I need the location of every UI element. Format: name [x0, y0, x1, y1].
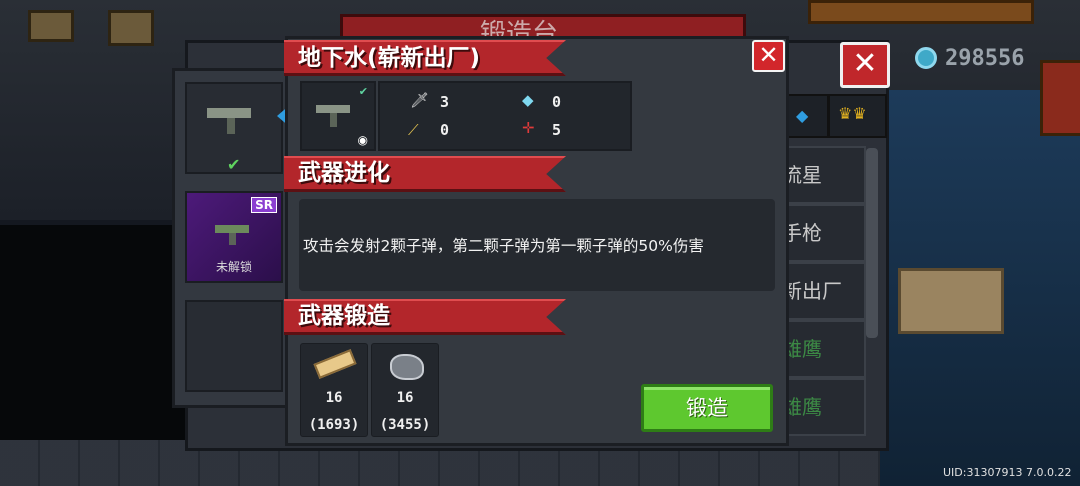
- forge-title: 武器锻造: [298, 303, 390, 329]
- close-button[interactable]: ✕: [752, 40, 785, 72]
- evolution-title: 武器进化: [298, 160, 390, 186]
- list-item[interactable]: 新出厂: [780, 262, 866, 320]
- crown-icon: ♛♛: [838, 104, 867, 123]
- weapon-preview: ✔ ◉: [300, 81, 376, 151]
- material-owned: (1693): [308, 417, 360, 433]
- list-item[interactable]: 雄鹰: [780, 378, 866, 436]
- skin-slot-sr[interactable]: SR 未解锁: [185, 191, 283, 283]
- material-owned: (3455): [379, 417, 431, 433]
- stat-attack: 3: [440, 93, 450, 111]
- background-pit: [0, 225, 185, 440]
- wood-plank-icon: [313, 349, 357, 379]
- material-slot-ore: 16 (3455): [371, 343, 439, 437]
- gem-counter: 298556: [915, 44, 1024, 72]
- skin-slot-default[interactable]: ✔: [185, 82, 283, 174]
- eye-icon: ◉: [357, 133, 368, 147]
- list-item[interactable]: 手枪: [780, 204, 866, 262]
- stat-energy: 0: [552, 93, 562, 111]
- critical-icon: ⟋: [408, 121, 419, 139]
- uid-version: UID:31307913 7.0.0.22: [943, 466, 1072, 479]
- forge-list: 流星 手枪 新出厂 雄鹰 雄鹰: [780, 146, 866, 436]
- gem-count: 298556: [945, 45, 1025, 71]
- forge-button[interactable]: 锻造: [641, 384, 773, 432]
- list-item[interactable]: 流星: [780, 146, 866, 204]
- list-item[interactable]: 雄鹰: [780, 320, 866, 378]
- chest-prop: [1040, 60, 1080, 136]
- locked-label: 未解锁: [215, 260, 252, 274]
- material-need: 16: [396, 390, 414, 406]
- material-need: 16: [325, 390, 343, 406]
- material-slot-wood: 16 (1693): [300, 343, 368, 437]
- iron-ore-icon: [390, 354, 424, 380]
- sword-icon: 🗡: [410, 91, 430, 109]
- shelf-prop: [808, 0, 1034, 24]
- skin-slot-empty[interactable]: [185, 300, 283, 392]
- tv-prop: [28, 10, 74, 42]
- tab-gold[interactable]: ♛♛: [828, 94, 887, 138]
- stat-critical: 0: [440, 121, 450, 139]
- stat-spread: 5: [552, 121, 562, 139]
- weapon-title: 地下水(崭新出厂): [298, 45, 481, 71]
- board-prop: [108, 10, 154, 46]
- back-close-button[interactable]: ✕: [840, 42, 890, 88]
- crosshair-icon: ✛: [522, 119, 535, 137]
- gem-icon: [915, 47, 937, 69]
- stats-panel: 🗡 3 ◆ 0 ⟋ 0 ✛ 5: [378, 81, 632, 151]
- energy-gem-icon: ◆: [522, 91, 534, 109]
- sr-badge: SR: [251, 197, 277, 213]
- list-scrollbar[interactable]: [866, 148, 878, 338]
- crate-prop: [898, 268, 1004, 334]
- check-icon: ✔: [227, 155, 241, 174]
- owned-check-icon: ✔: [358, 85, 368, 98]
- evolution-description: 攻击会发射2颗子弹，第二颗子弹为第一颗子弹的50%伤害: [303, 237, 704, 255]
- bullet-icon: ◆: [796, 106, 809, 125]
